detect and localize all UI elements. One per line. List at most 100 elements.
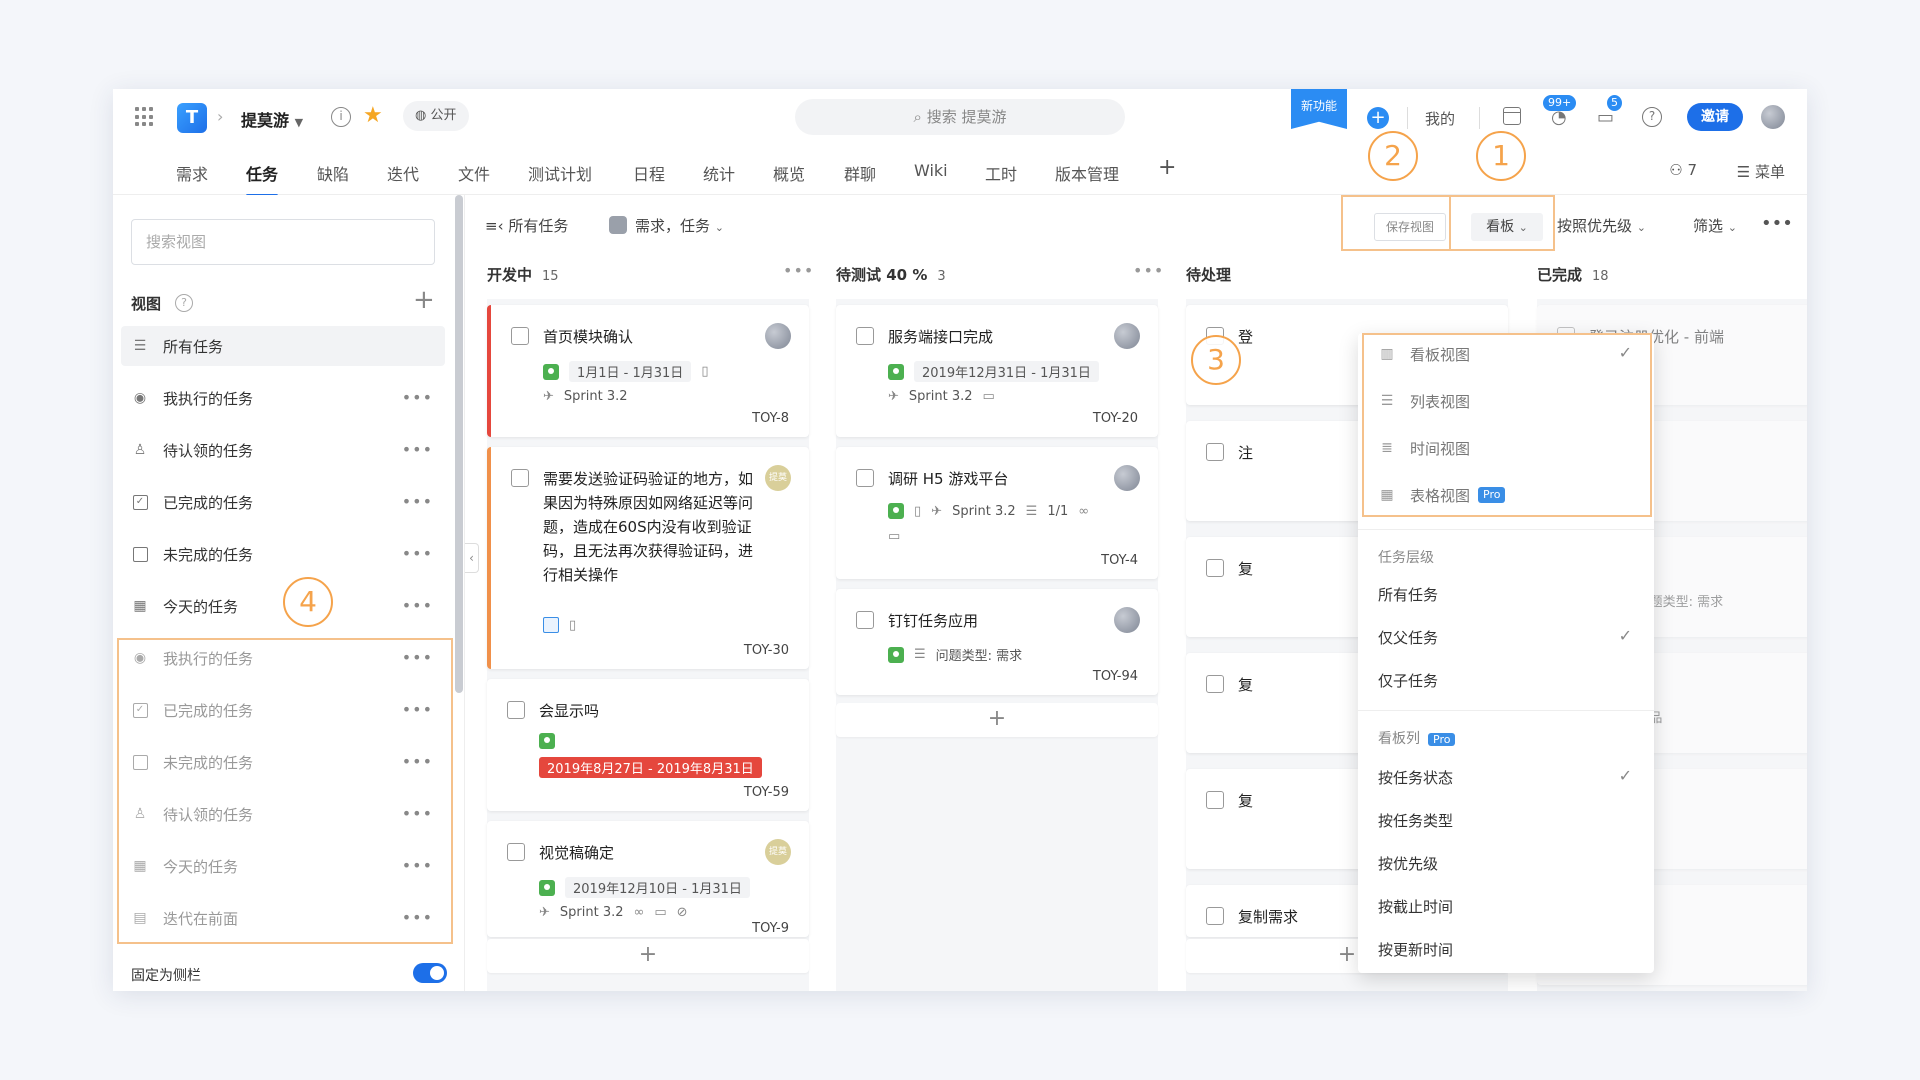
star-icon[interactable]: ★ [363,103,383,128]
column-more-icon[interactable]: ••• [783,261,814,280]
menu-item-by-update-time[interactable]: 按更新时间 [1358,928,1654,970]
task-type-dropdown[interactable]: 需求，任务 ⌄ [609,215,724,236]
menu-item-by-type[interactable]: 按任务类型 [1358,799,1654,841]
overdue-date-range: 2019年8月27日 - 2019年8月31日 [539,757,762,778]
add-card-button[interactable]: + [487,939,809,973]
task-checkbox[interactable] [856,469,874,487]
sidebar-scrollbar[interactable] [455,195,463,693]
filter-dropdown[interactable]: 筛选 ⌄ [1693,215,1737,236]
tab-iterations[interactable]: 迭代 [387,161,419,185]
sidebar-item-completed-tasks[interactable]: ✓ 已完成的任务 ••• [121,482,445,522]
sidebar-collapse-chevron-icon[interactable]: ‹ [465,543,479,573]
add-card-button[interactable]: + [836,703,1158,737]
menu-item-by-status[interactable]: 按任务状态 ✓ [1358,756,1654,798]
annotation-box-1 [1449,195,1555,251]
task-checkbox[interactable] [511,327,529,345]
task-checkbox[interactable] [1206,907,1224,925]
assignee-avatar [1114,465,1140,491]
add-view-button[interactable]: + [413,285,435,315]
global-search-input[interactable]: ⌕ 搜索 提莫游 [795,99,1125,135]
task-card[interactable]: 首页模块确认 1月1日 - 1月31日 ▯ ✈ Sprint 3.2 TOY-8 [487,305,809,437]
task-checkbox[interactable] [856,327,874,345]
view-search-input[interactable]: 搜索视图 [131,219,435,265]
members-icon: ⚇ [1669,161,1683,179]
tab-work-hours[interactable]: 工时 [985,161,1017,185]
invite-button[interactable]: 邀请 [1687,103,1743,131]
project-logo[interactable]: T [177,103,207,133]
project-name[interactable]: 提莫游 ▼ [241,107,303,131]
task-checkbox[interactable] [1206,675,1224,693]
sidebar-item-incomplete-tasks[interactable]: 未完成的任务 ••• [121,534,445,574]
task-filter-dropdown[interactable]: ≡‹ 所有任务 [485,215,568,236]
task-card[interactable]: 视觉稿确定 提莫 2019年12月10日 - 1月31日 ✈ Sprint 3.2… [487,821,809,937]
task-checkbox[interactable] [856,611,874,629]
more-icon[interactable]: ••• [402,596,433,615]
task-checkbox[interactable] [1206,443,1224,461]
menu-item-parent-only[interactable]: 仅父任务 ✓ [1358,616,1654,658]
sort-dropdown[interactable]: 按照优先级 ⌄ [1557,215,1646,236]
add-tab-button[interactable]: + [1158,155,1176,180]
column-header-pending-test: 待测试 40 % 3 [836,266,946,284]
search-icon: ⌕ [913,108,922,126]
more-icon[interactable]: ••• [1761,213,1793,234]
task-checkbox[interactable] [1206,791,1224,809]
question-icon[interactable]: ? [175,294,193,312]
sidebar-item-my-tasks[interactable]: ◉ 我执行的任务 ••• [121,378,445,418]
task-checkbox[interactable] [1206,559,1224,577]
task-card[interactable]: 钉钉任务应用 ☰ 问题类型: 需求 TOY-94 [836,589,1158,695]
tab-tasks[interactable]: 任务 [246,161,279,197]
info-icon[interactable]: i [331,107,351,127]
mine-link[interactable]: 我的 [1425,108,1455,129]
tab-files[interactable]: 文件 [458,161,490,185]
more-icon[interactable]: ••• [402,492,433,511]
assignee-avatar [1114,607,1140,633]
task-card[interactable]: 需要发送验证码验证的地方，如果因为特殊原因如网络延迟等问题，造成在60S内没有收… [487,447,809,669]
visibility-pill[interactable]: ◍ 公开 [403,101,469,131]
task-checkbox[interactable] [507,701,525,719]
help-icon[interactable]: ? [1642,107,1662,127]
user-avatar[interactable] [1761,105,1785,129]
tab-version-management[interactable]: 版本管理 [1055,161,1119,185]
pin-sidebar-toggle[interactable] [413,963,447,983]
more-icon[interactable]: ••• [402,388,433,407]
tab-requirements[interactable]: 需求 [176,161,208,185]
tab-overview[interactable]: 概览 [773,161,805,185]
new-feature-ribbon[interactable]: 新功能 [1291,89,1347,129]
calendar-icon[interactable] [1503,107,1521,125]
menu-item-by-priority[interactable]: 按优先级 [1358,842,1654,884]
menu-button[interactable]: ☰ 菜单 [1737,161,1785,182]
column-more-icon[interactable]: ••• [1133,261,1164,280]
tab-schedule[interactable]: 日程 [633,161,665,185]
tab-statistics[interactable]: 统计 [703,161,735,185]
task-checkbox[interactable] [507,843,525,861]
tab-wiki[interactable]: Wiki [914,161,948,180]
app-grid-icon[interactable] [135,107,155,127]
tab-test-plan[interactable]: 测试计划 [528,161,592,185]
link-icon: ∞ [633,905,645,920]
sidebar-item-label: 已完成的任务 [163,493,254,512]
task-checkbox[interactable] [511,469,529,487]
comment-icon: ▭ [888,529,901,544]
sidebar-item-all-tasks[interactable]: ☰ 所有任务 [121,326,445,366]
menu-item-child-only[interactable]: 仅子任务 [1358,659,1654,701]
date-range: 2019年12月10日 - 1月31日 [565,877,750,898]
task-title: 首页模块确认 [543,328,634,346]
task-card[interactable]: 调研 H5 游戏平台 ▯ ✈ Sprint 3.2 ☰ 1/1 ∞ ▭ TOY-4 [836,447,1158,579]
more-icon[interactable]: ••• [402,440,433,459]
create-plus-icon[interactable]: + [1367,107,1389,129]
sidebar-item-label: 今天的任务 [163,597,239,616]
task-id: TOY-4 [1101,553,1138,568]
menu-item-all-tasks[interactable]: 所有任务 [1358,573,1654,615]
comment-row: ▭ [888,529,900,544]
more-icon[interactable]: ••• [402,544,433,563]
task-card[interactable]: 服务端接口完成 2019年12月31日 - 1月31日 ✈ Sprint 3.2 ▭… [836,305,1158,437]
task-id: TOY-8 [752,411,789,426]
divider [1479,107,1480,129]
sidebar-item-label: 所有任务 [163,337,224,356]
sidebar-item-unclaimed-tasks[interactable]: ♙ 待认领的任务 ••• [121,430,445,470]
tab-bugs[interactable]: 缺陷 [317,161,349,185]
task-card[interactable]: 会显示吗 2019年8月27日 - 2019年8月31日 TOY-59 [487,679,809,811]
menu-item-by-due-date[interactable]: 按截止时间 [1358,885,1654,927]
tab-group-chat[interactable]: 群聊 [844,161,876,185]
members-button[interactable]: ⚇ 7 [1669,161,1697,179]
